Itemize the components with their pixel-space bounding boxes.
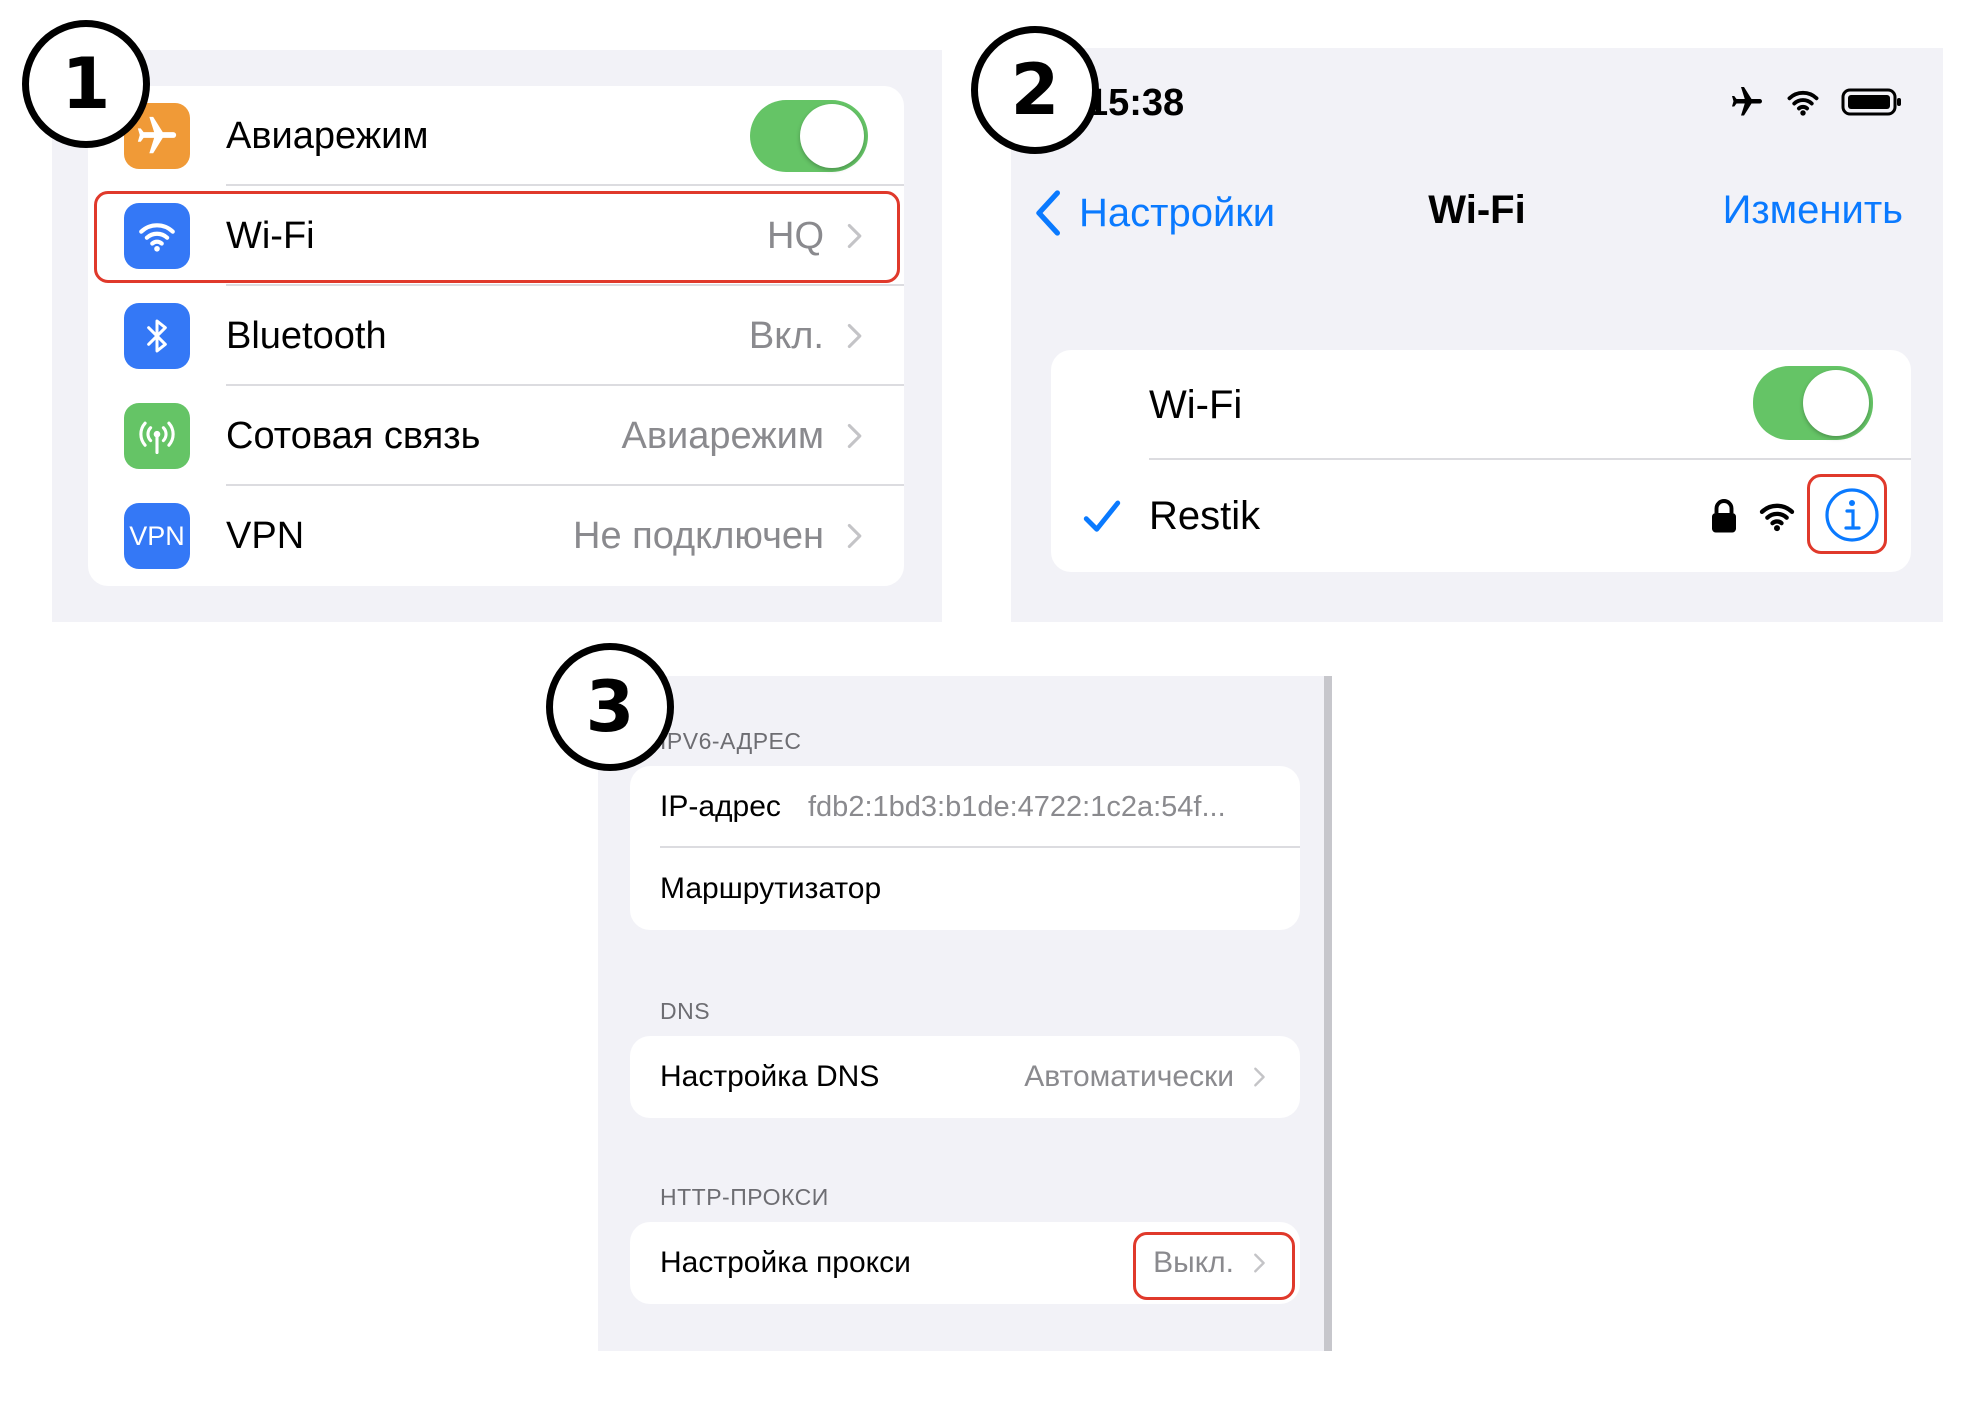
settings-item-label: Авиарежим xyxy=(226,115,429,157)
proxy-value-highlight xyxy=(1133,1232,1295,1300)
router-label: Маршрутизатор xyxy=(660,872,882,905)
ip-address-value: fdb2:1bd3:b1de:4722:1c2a:54f... xyxy=(808,791,1226,823)
network-row[interactable]: Restik xyxy=(1051,460,1911,572)
settings-item-label: Сотовая связь xyxy=(226,415,481,457)
chevron-right-icon xyxy=(1254,1067,1265,1087)
ip-address-row: IP-адрес fdb2:1bd3:b1de:4722:1c2a:54f... xyxy=(630,766,1300,848)
dns-card: Настройка DNS Автоматически xyxy=(630,1036,1300,1118)
network-name: Restik xyxy=(1149,494,1261,538)
settings-item-value: Не подключен xyxy=(573,515,824,557)
dns-settings-label: Настройка DNS xyxy=(660,1060,880,1093)
settings-item-label: VPN xyxy=(226,515,305,557)
step-badge-1: 1 xyxy=(22,20,150,148)
wifi-toggle[interactable] xyxy=(1753,366,1873,440)
chevron-right-icon xyxy=(847,523,862,549)
bluetooth-icon xyxy=(124,303,190,369)
chevron-right-icon xyxy=(847,423,862,449)
wifi-row-highlight xyxy=(94,191,900,283)
step-badge-3: 3 xyxy=(546,643,674,771)
router-row: Маршрутизатор xyxy=(630,848,1300,930)
toggle-knob xyxy=(1803,370,1869,436)
step-badge-2: 2 xyxy=(971,26,1099,154)
settings-list: Авиарежим Wi-Fi HQ Bluetooth Вкл. Сотова… xyxy=(88,86,904,586)
dns-settings-row[interactable]: Настройка DNS Автоматически xyxy=(630,1036,1300,1118)
info-button-highlight xyxy=(1807,474,1887,554)
wifi-toggle-row: Wi-Fi xyxy=(1051,350,1911,460)
lock-icon xyxy=(1712,499,1736,533)
chevron-right-icon xyxy=(847,323,862,349)
airplane-mode-toggle[interactable] xyxy=(750,100,868,172)
section-header-proxy: HTTP-ПРОКСИ xyxy=(660,1184,829,1210)
settings-panel: Авиарежим Wi-Fi HQ Bluetooth Вкл. Сотова… xyxy=(52,50,942,622)
antenna-icon xyxy=(124,403,190,469)
ip-address-label: IP-адрес xyxy=(660,790,781,823)
settings-item-cellular[interactable]: Сотовая связь Авиарежим xyxy=(88,386,904,486)
status-time: 15:38 xyxy=(1087,82,1185,124)
settings-item-value: Авиарежим xyxy=(621,415,824,457)
ipv6-card: IP-адрес fdb2:1bd3:b1de:4722:1c2a:54f...… xyxy=(630,766,1300,930)
scrollbar[interactable] xyxy=(1324,676,1332,1351)
section-header-ipv6: IPV6-АДРЕС xyxy=(660,728,802,754)
settings-item-label: Bluetooth xyxy=(226,315,387,357)
wifi-card: Wi-Fi Restik xyxy=(1051,350,1911,572)
battery-icon xyxy=(1841,88,1901,116)
wifi-settings-panel: 15:38 Настройки Wi-Fi Изменить Wi-Fi Res… xyxy=(1011,48,1943,622)
toggle-knob xyxy=(800,104,864,168)
airplane-icon xyxy=(1732,87,1762,116)
vpn-icon: VPN xyxy=(124,503,190,569)
proxy-settings-label: Настройка прокси xyxy=(660,1246,911,1279)
settings-item-bluetooth[interactable]: Bluetooth Вкл. xyxy=(88,286,904,386)
dns-settings-value: Автоматически xyxy=(1024,1060,1234,1093)
network-details-panel: IPV6-АДРЕС IP-адрес fdb2:1bd3:b1de:4722:… xyxy=(598,676,1332,1351)
wifi-signal-icon xyxy=(1787,90,1819,116)
edit-button[interactable]: Изменить xyxy=(1723,188,1903,233)
section-header-dns: DNS xyxy=(660,998,711,1024)
settings-item-value: Вкл. xyxy=(748,315,824,357)
wifi-signal-icon xyxy=(1759,503,1795,532)
settings-item-airplane[interactable]: Авиарежим xyxy=(88,86,904,186)
checkmark-icon xyxy=(1083,500,1121,532)
settings-item-vpn[interactable]: VPN VPN Не подключен xyxy=(88,486,904,586)
wifi-label: Wi-Fi xyxy=(1149,383,1243,427)
status-bar-icons xyxy=(1729,84,1903,120)
